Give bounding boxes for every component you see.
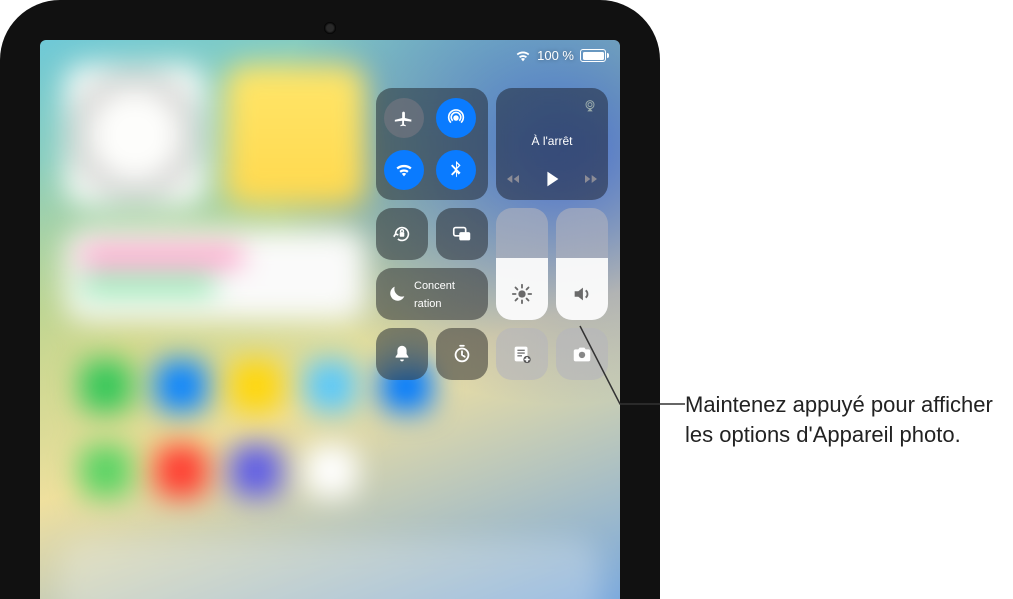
airplane-mode-toggle[interactable] [384,98,424,138]
focus-button[interactable]: Concent ration [376,268,488,320]
rotation-lock-icon [391,223,413,245]
timer-button[interactable] [436,328,488,380]
forward-icon[interactable] [583,171,599,187]
volume-slider[interactable] [556,208,608,320]
wifi-status-icon [515,50,531,62]
airplane-icon [393,107,415,129]
bell-icon [391,343,413,365]
status-bar: 100 % [515,48,606,63]
silent-mode-button[interactable] [376,328,428,380]
brightness-icon [511,283,533,305]
airplay-icon[interactable] [582,98,598,114]
volume-icon [571,283,593,305]
screen-mirroring-button[interactable] [436,208,488,260]
media-tile[interactable]: À l'arrêt [496,88,608,200]
bluetooth-toggle[interactable] [436,150,476,190]
moon-icon [386,283,408,305]
timer-icon [451,343,473,365]
rewind-icon[interactable] [505,171,521,187]
focus-label: Concent ration [414,276,455,312]
wifi-icon [393,159,415,181]
play-icon[interactable] [541,168,563,190]
bluetooth-icon [445,159,467,181]
quicknote-button[interactable] [496,328,548,380]
battery-percent: 100 % [537,48,574,63]
screen-mirroring-icon [451,223,473,245]
media-title: À l'arrêt [532,134,573,148]
airdrop-toggle[interactable] [436,98,476,138]
ipad-screen: 100 % [40,40,620,599]
battery-icon [580,49,606,62]
control-center: À l'arrêt [368,88,608,380]
ipad-frame: 100 % [0,0,660,599]
brightness-slider[interactable] [496,208,548,320]
callout-text: Maintenez appuyé pour afficher les optio… [685,390,995,449]
wifi-toggle[interactable] [384,150,424,190]
rotation-lock-button[interactable] [376,208,428,260]
airdrop-icon [445,107,467,129]
callout-leader-line [580,326,685,406]
connectivity-group[interactable] [376,88,488,200]
quicknote-icon [511,343,533,365]
